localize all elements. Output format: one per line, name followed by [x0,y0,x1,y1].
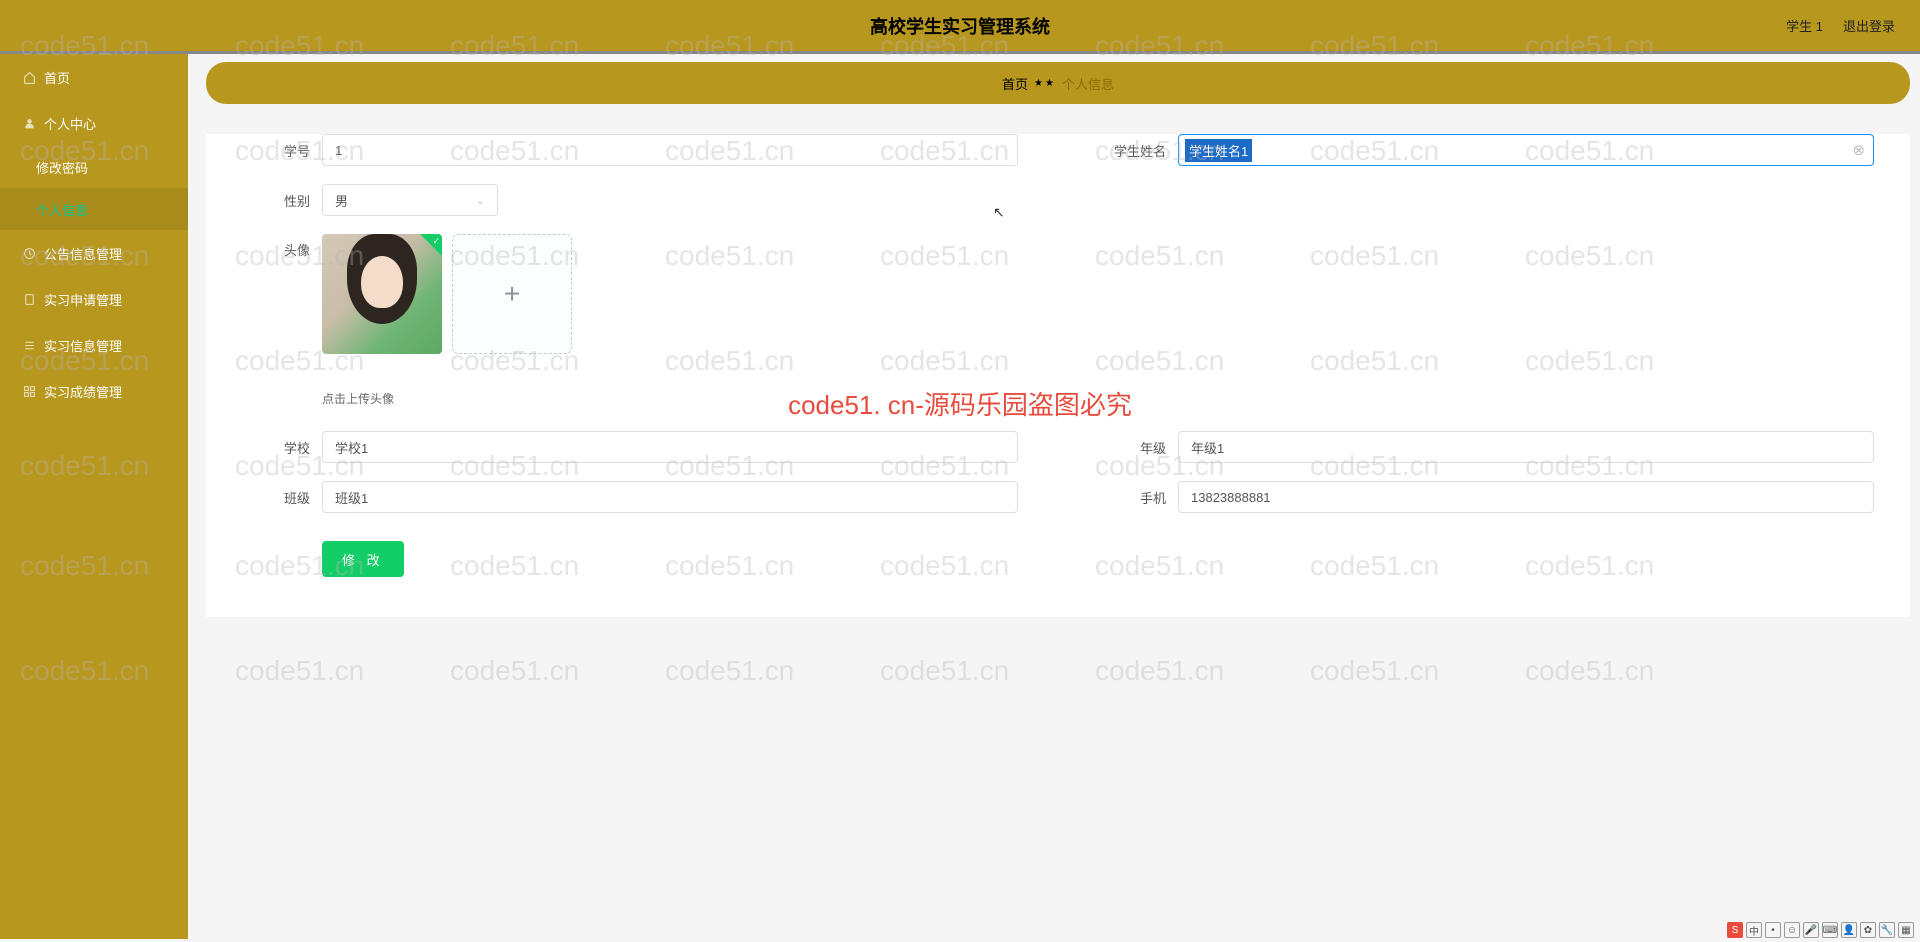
tray-grid-icon[interactable]: ▦ [1898,922,1914,938]
grid-icon [22,384,36,398]
clock-icon [22,246,36,260]
breadcrumb-current: 个人信息 [1062,74,1114,93]
menu-application-label: 实习申请管理 [44,290,122,309]
menu-home-label: 首页 [44,68,70,87]
submit-button[interactable]: 修 改 [322,541,404,577]
tray-kbd-icon[interactable]: ⌨ [1822,922,1838,938]
input-student-name[interactable]: 学生姓名1 ⊗ [1178,134,1874,166]
tray-zh-icon[interactable]: 中 [1746,922,1762,938]
menu-intern-info[interactable]: 实习信息管理 [0,322,188,368]
input-phone[interactable] [1178,481,1874,513]
plus-icon: + [504,278,520,310]
student-name-value: 学生姓名1 [1185,139,1252,162]
label-class: 班级 [242,488,322,507]
list-icon [22,338,36,352]
header-right: 学生 1 退出登录 [1786,16,1920,35]
input-school[interactable] [322,431,1018,463]
profile-form: 学号 学生姓名 学生姓名1 ⊗ 性别 男 ⌄ [206,134,1910,617]
user-icon [22,116,36,130]
tray-skin-icon[interactable]: ✿ [1860,922,1876,938]
label-phone: 手机 [1098,488,1178,507]
input-class[interactable] [322,481,1018,513]
label-grade: 年级 [1098,438,1178,457]
ime-tray: S 中 • ☺ 🎤 ⌨ 👤 ✿ 🔧 ▦ [1727,922,1914,938]
menu-announcement[interactable]: 公告信息管理 [0,230,188,276]
upload-hint: 点击上传头像 [322,390,1874,407]
main-content: 首页 ★★ 个人信息 学号 学生姓名 学生姓名1 ⊗ [188,54,1920,939]
app-title: 高校学生实习管理系统 [870,13,1050,39]
menu-intern-info-label: 实习信息管理 [44,336,122,355]
label-gender: 性别 [242,191,322,210]
tray-mic-icon[interactable]: 🎤 [1803,922,1819,938]
tray-face-icon[interactable]: ☺ [1784,922,1800,938]
menu-grade-info-label: 实习成绩管理 [44,382,122,401]
avatar-preview[interactable] [322,234,442,354]
label-student-name: 学生姓名 [1098,141,1178,160]
menu-personal-info[interactable]: 个人信息 [0,188,188,230]
label-avatar: 头像 [242,234,322,259]
menu-grade-info[interactable]: 实习成绩管理 [0,368,188,414]
select-gender[interactable]: 男 ⌄ [322,184,498,216]
breadcrumb-sep: ★★ [1034,78,1056,89]
tray-s-icon[interactable]: S [1727,922,1743,938]
gender-value: 男 [335,191,348,210]
menu-personal-center-label: 个人中心 [44,114,96,133]
tray-punct-icon[interactable]: • [1765,922,1781,938]
menu-change-password-label: 修改密码 [36,158,88,177]
upload-button[interactable]: + [452,234,572,354]
avatar-image [322,234,442,354]
label-student-id: 学号 [242,141,322,160]
input-student-id[interactable] [322,134,1018,166]
menu-home[interactable]: 首页 [0,54,188,100]
home-icon [22,70,36,84]
menu-personal-center[interactable]: 个人中心 [0,100,188,146]
user-name[interactable]: 学生 1 [1786,16,1823,35]
logout-link[interactable]: 退出登录 [1843,16,1895,35]
clear-icon[interactable]: ⊗ [1852,141,1865,159]
menu-personal-info-label: 个人信息 [36,200,88,219]
input-grade[interactable] [1178,431,1874,463]
sidebar: 首页 个人中心 修改密码 个人信息 公告信息管理 实习申请管理 [0,54,188,939]
header-bar: 高校学生实习管理系统 学生 1 退出登录 [0,0,1920,54]
menu-application[interactable]: 实习申请管理 [0,276,188,322]
tray-user-icon[interactable]: 👤 [1841,922,1857,938]
tray-tool-icon[interactable]: 🔧 [1879,922,1895,938]
breadcrumb: 首页 ★★ 个人信息 [206,62,1910,104]
menu-announcement-label: 公告信息管理 [44,244,122,263]
label-school: 学校 [242,438,322,457]
menu-change-password[interactable]: 修改密码 [0,146,188,188]
chevron-down-icon: ⌄ [476,194,485,207]
breadcrumb-root[interactable]: 首页 [1002,74,1028,93]
file-icon [22,292,36,306]
